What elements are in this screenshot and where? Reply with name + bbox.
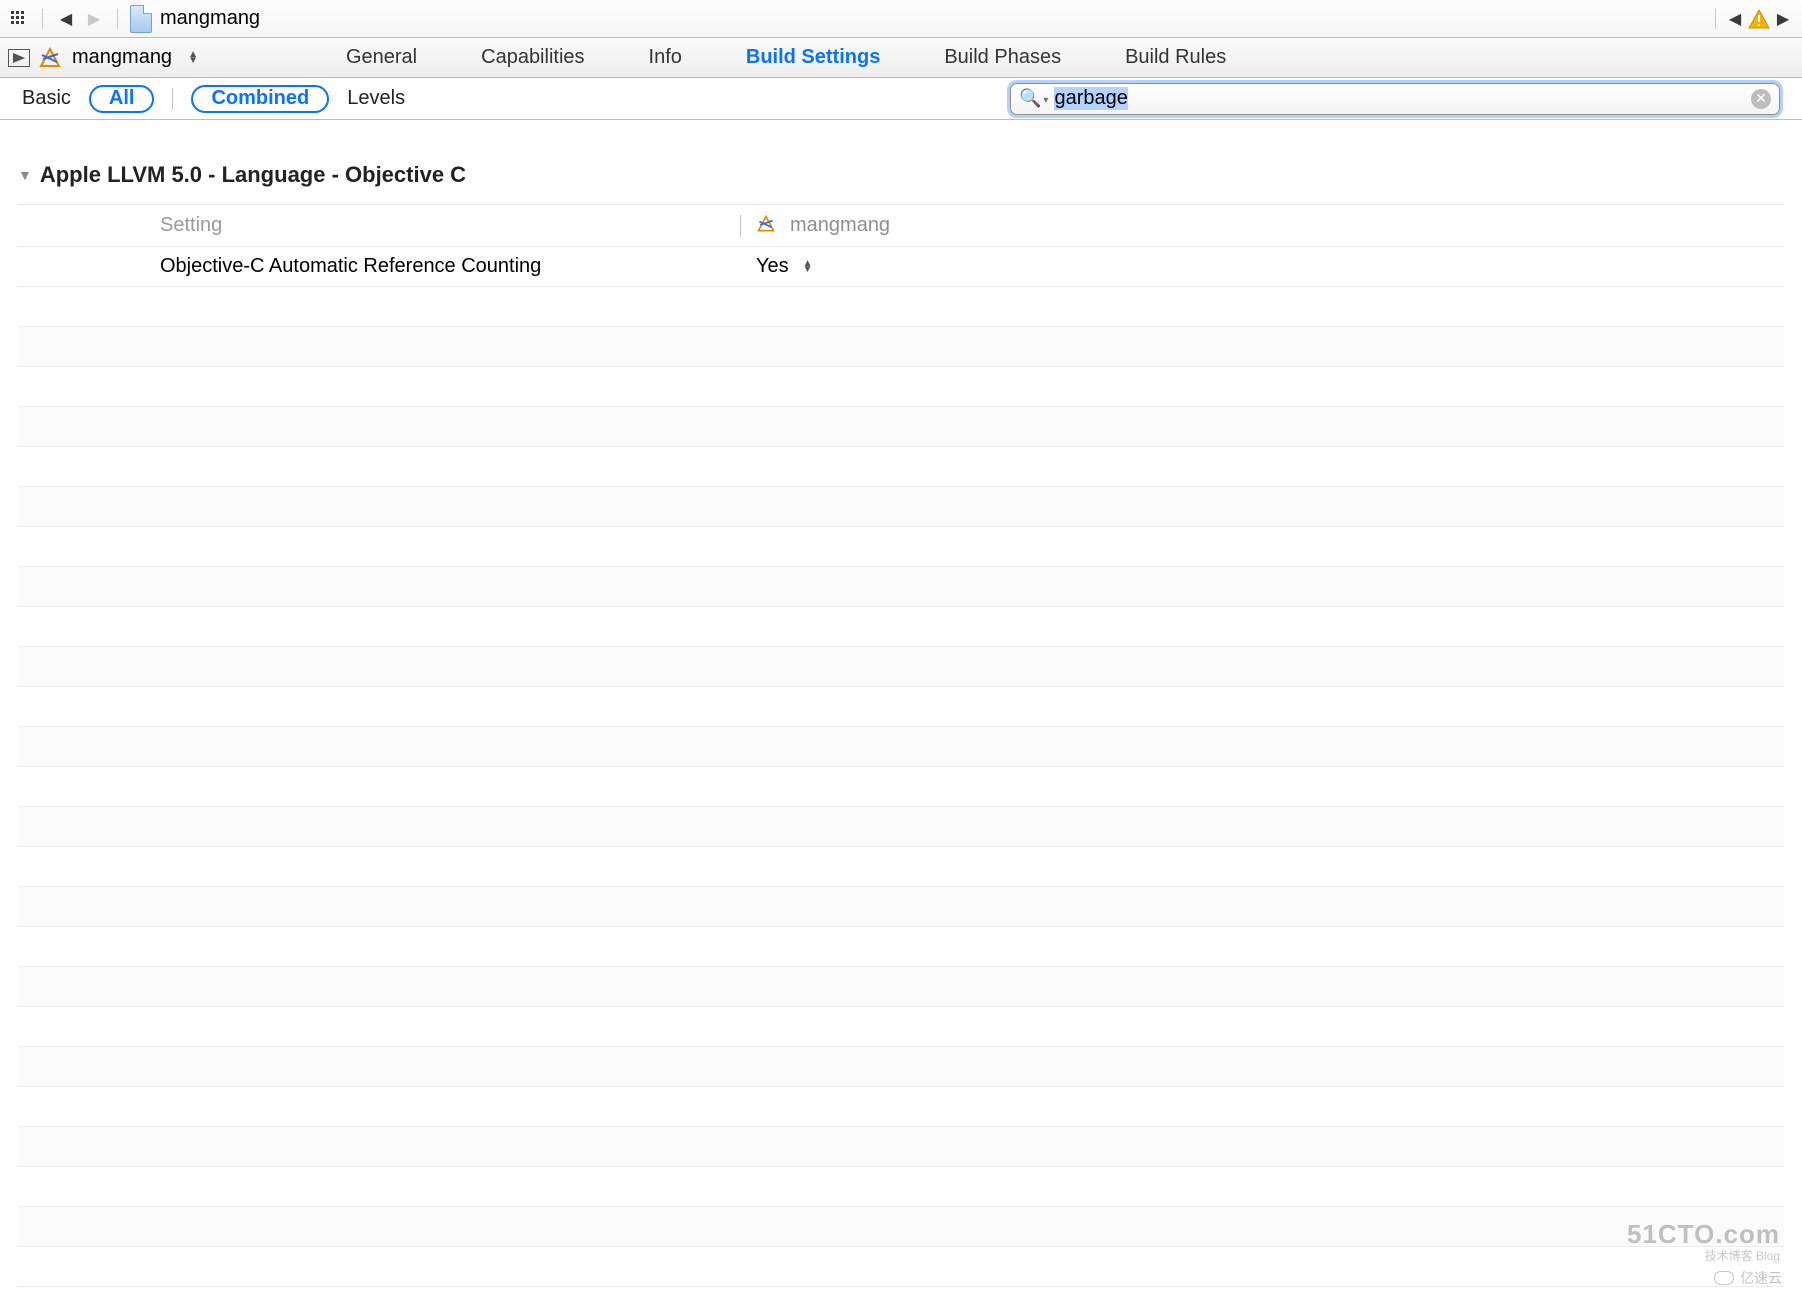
- divider: [117, 9, 118, 29]
- nav-forward-button: ▶: [83, 8, 105, 30]
- tab-general[interactable]: General: [346, 46, 417, 69]
- editor-tabs: General Capabilities Info Build Settings…: [346, 46, 1226, 69]
- setting-value-label: Yes: [756, 255, 789, 278]
- empty-rows: [18, 287, 1784, 1287]
- watermark-subtitle: 技术博客 Blog: [1705, 1247, 1780, 1264]
- search-input[interactable]: [1054, 87, 1751, 110]
- setting-value-cell[interactable]: Yes ▲▼: [756, 255, 1784, 278]
- search-icon[interactable]: 🔍: [1019, 88, 1048, 109]
- project-file-icon: [130, 5, 152, 33]
- tab-build-settings[interactable]: Build Settings: [746, 46, 880, 69]
- setting-name-label: Objective-C Automatic Reference Counting: [160, 255, 740, 278]
- top-toolbar: ◀ ▶ mangmang ◀ ▶: [0, 0, 1802, 38]
- table-row[interactable]: Objective-C Automatic Reference Counting…: [18, 247, 1784, 287]
- tab-build-rules[interactable]: Build Rules: [1125, 46, 1226, 69]
- table-header-row: Setting mangmang: [18, 205, 1784, 247]
- divider: [172, 88, 173, 110]
- app-target-icon: [756, 214, 780, 238]
- col-header-target: mangmang: [790, 214, 890, 237]
- clear-search-button[interactable]: ✕: [1751, 89, 1771, 109]
- watermark-secondary: 亿速云: [1714, 1268, 1782, 1288]
- tab-info[interactable]: Info: [649, 46, 682, 69]
- chevron-updown-icon: ▲▼: [188, 52, 198, 64]
- settings-table: Setting mangmang Objective-C Automatic R…: [18, 204, 1784, 1287]
- breadcrumb[interactable]: mangmang: [130, 5, 260, 33]
- tab-capabilities[interactable]: Capabilities: [481, 46, 584, 69]
- col-header-setting: Setting: [160, 214, 740, 237]
- filter-basic[interactable]: Basic: [22, 87, 71, 110]
- filter-all[interactable]: All: [89, 85, 155, 113]
- breadcrumb-file-label: mangmang: [160, 7, 260, 30]
- build-settings-filter-bar: Basic All Combined Levels 🔍 ✕: [0, 78, 1802, 120]
- warning-icon[interactable]: [1748, 9, 1770, 29]
- disclosure-triangle-icon[interactable]: ▼: [18, 167, 32, 183]
- target-selector[interactable]: mangmang ▲▼: [30, 46, 206, 70]
- filter-combined[interactable]: Combined: [191, 85, 329, 113]
- filter-levels[interactable]: Levels: [347, 87, 405, 110]
- issue-nav-forward-button[interactable]: ▶: [1772, 8, 1794, 30]
- section-title-label: Apple LLVM 5.0 - Language - Objective C: [40, 162, 466, 188]
- issue-nav-back-button[interactable]: ◀: [1724, 8, 1746, 30]
- section-header[interactable]: ▼ Apple LLVM 5.0 - Language - Objective …: [18, 134, 1784, 198]
- divider: [1715, 9, 1716, 29]
- app-target-icon: [38, 46, 62, 70]
- watermark-logo: 51CTO.com: [1627, 1219, 1780, 1250]
- related-items-button[interactable]: [8, 8, 30, 30]
- hide-targets-button[interactable]: [8, 49, 30, 67]
- watermark-secondary-label: 亿速云: [1740, 1268, 1782, 1288]
- divider: [42, 9, 43, 29]
- editor-tabs-row: mangmang ▲▼ General Capabilities Info Bu…: [0, 38, 1802, 78]
- column-divider: [740, 215, 741, 237]
- nav-back-button[interactable]: ◀: [55, 8, 77, 30]
- search-field-wrapper: 🔍 ✕: [1010, 83, 1780, 115]
- build-settings-content: ▼ Apple LLVM 5.0 - Language - Objective …: [0, 120, 1802, 1287]
- chevron-updown-icon: ▲▼: [803, 261, 813, 273]
- tab-build-phases[interactable]: Build Phases: [944, 46, 1061, 69]
- cloud-icon: [1714, 1271, 1734, 1285]
- grid-icon: [11, 11, 27, 27]
- target-name-label: mangmang: [72, 46, 172, 69]
